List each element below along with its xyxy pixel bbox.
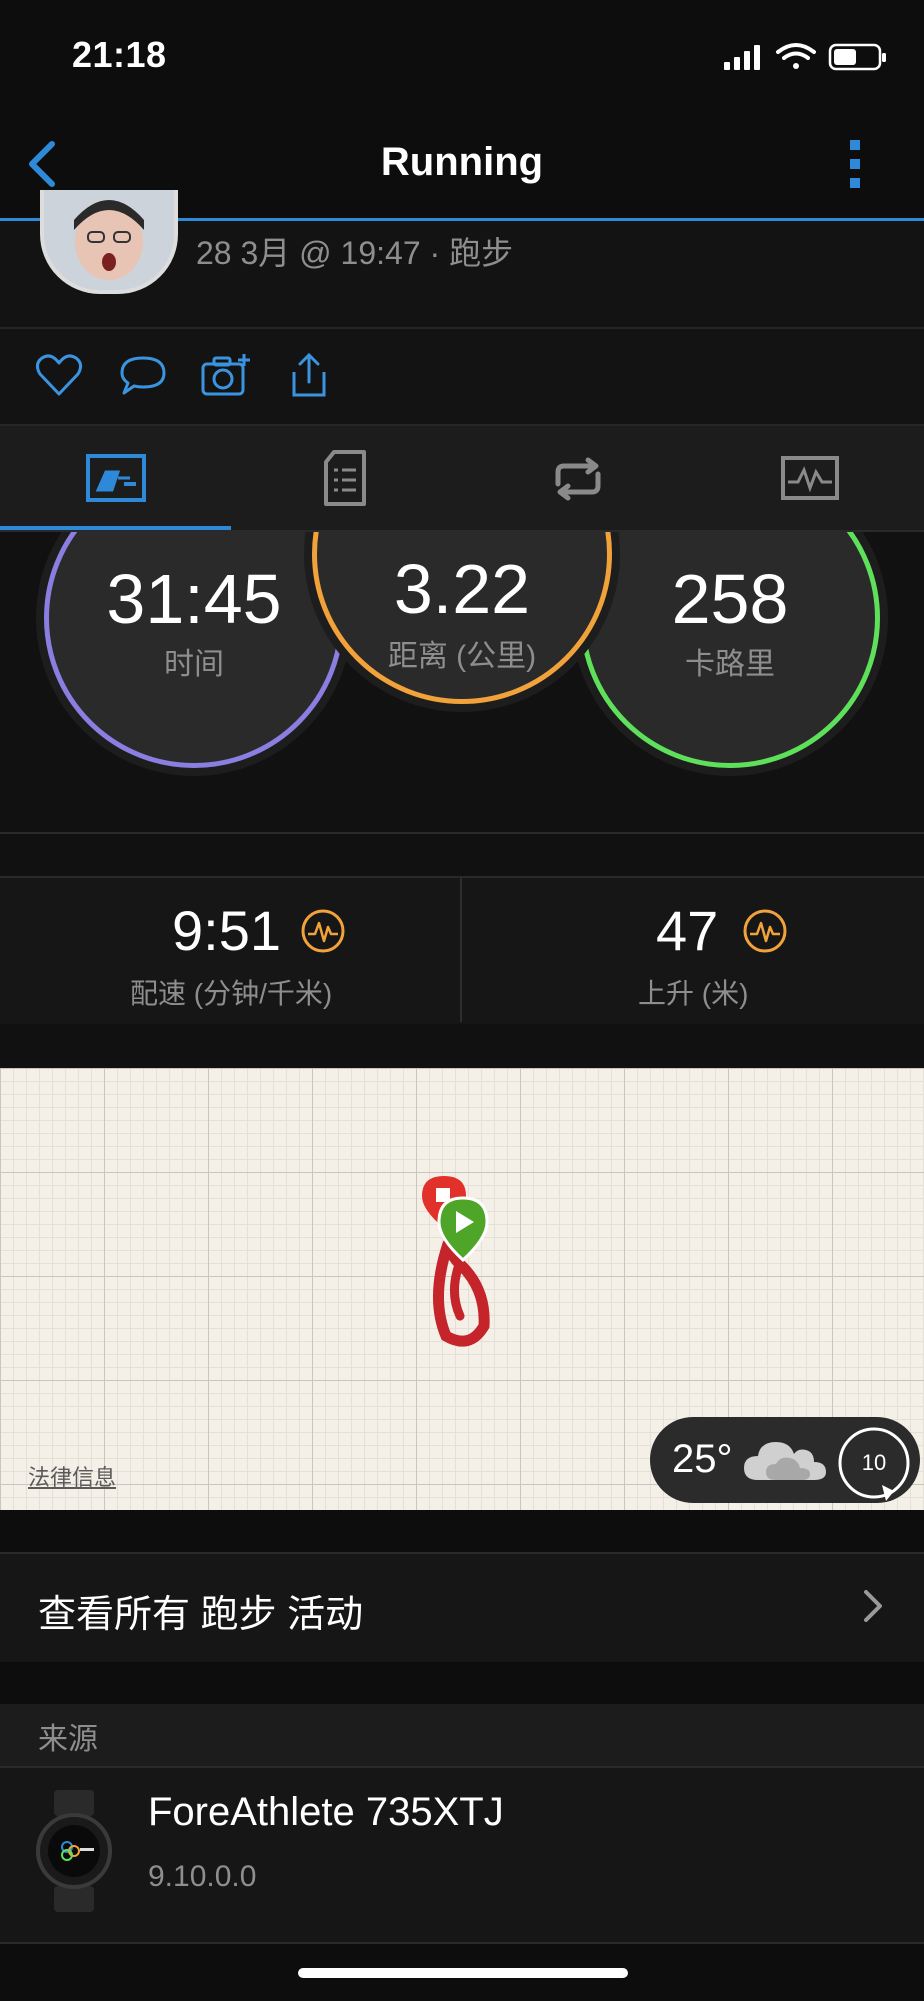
section-gap bbox=[0, 1024, 924, 1068]
distance-ring: 3.22 距离 (公里) bbox=[312, 532, 612, 704]
avatar-face-icon bbox=[44, 190, 174, 290]
calories-label: 卡路里 bbox=[685, 648, 775, 681]
elevation-label: 上升 (米) bbox=[638, 978, 749, 1009]
calories-ring: 258 卡路里 bbox=[580, 532, 880, 768]
status-time: 21:18 bbox=[72, 34, 167, 75]
time-label: 时间 bbox=[164, 648, 224, 681]
share-icon[interactable] bbox=[284, 352, 334, 398]
summary-rings: 31:45 时间 258 卡路里 3.22 距离 (公里) bbox=[0, 532, 924, 832]
home-indicator[interactable] bbox=[298, 1968, 628, 1978]
signal-icon bbox=[724, 45, 760, 70]
pace-label: 配速 (分钟/千米) bbox=[130, 978, 333, 1009]
weather-wind-value: 10 bbox=[861, 1450, 887, 1475]
elevation-value: 47 bbox=[656, 899, 719, 962]
weather-temperature: 25° bbox=[672, 1437, 733, 1481]
section-gap bbox=[0, 832, 924, 878]
distance-value: 3.22 bbox=[393, 550, 531, 628]
battery-icon bbox=[828, 43, 886, 71]
watch-icon bbox=[36, 1790, 112, 1912]
device-version: 9.10.0.0 bbox=[148, 1860, 257, 1893]
elevation-gauge-icon[interactable] bbox=[742, 908, 788, 954]
tab-charts-icon[interactable] bbox=[780, 450, 840, 508]
source-header bbox=[0, 1704, 924, 1766]
calories-value: 258 bbox=[671, 560, 789, 638]
tab-active-indicator bbox=[0, 526, 231, 530]
device-name: ForeAthlete 735XTJ bbox=[148, 1790, 504, 1834]
cloud-icon bbox=[744, 1442, 826, 1480]
time-ring: 31:45 时间 bbox=[44, 532, 344, 768]
like-heart-icon[interactable] bbox=[34, 352, 84, 398]
stats-divider bbox=[460, 878, 462, 1022]
tab-laps-icon[interactable] bbox=[548, 450, 608, 508]
tab-overview-icon[interactable] bbox=[86, 450, 146, 508]
tab-details-icon[interactable] bbox=[316, 450, 376, 508]
wifi-icon bbox=[776, 43, 816, 69]
page-title: Running bbox=[380, 140, 544, 184]
pace-gauge-icon[interactable] bbox=[300, 908, 346, 954]
section-gap bbox=[0, 1662, 924, 1704]
status-icons bbox=[724, 43, 886, 71]
avatar[interactable] bbox=[40, 190, 178, 294]
pace-value: 9:51 bbox=[172, 899, 281, 962]
legal-info-link[interactable]: 法律信息 bbox=[28, 1460, 116, 1492]
source-header-label: 来源 bbox=[38, 1723, 98, 1756]
section-gap bbox=[0, 1510, 924, 1552]
time-value: 31:45 bbox=[106, 560, 282, 638]
comment-icon[interactable] bbox=[118, 352, 168, 398]
add-photo-icon[interactable] bbox=[200, 352, 250, 398]
distance-label: 距离 (公里) bbox=[387, 640, 537, 673]
more-options-icon[interactable] bbox=[846, 136, 864, 192]
activity-meta: 28 3月 @ 19:47 · 跑步 bbox=[196, 235, 514, 271]
chevron-right-icon bbox=[864, 1590, 882, 1622]
see-all-activities-label: 查看所有 跑步 活动 bbox=[38, 1594, 364, 1636]
